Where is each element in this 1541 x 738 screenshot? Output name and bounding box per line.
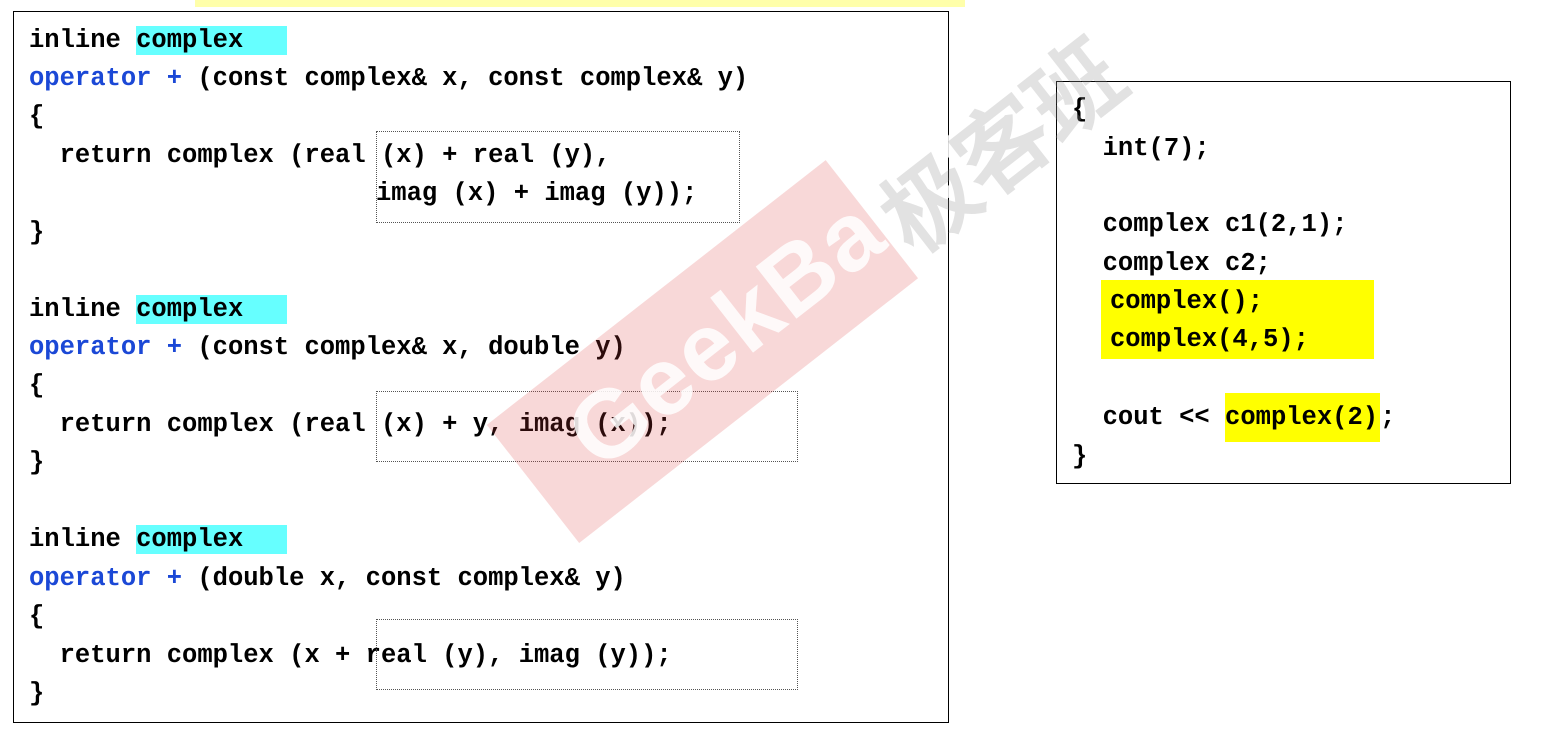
block3-line1: inline complex — [29, 521, 288, 559]
block2-line1: inline complex — [29, 291, 288, 329]
block3-close-brace: } — [29, 679, 45, 708]
inline-keyword: inline — [29, 525, 137, 554]
block1-line2: operator + (const complex& x, const comp… — [29, 60, 748, 98]
right-open-brace: { — [1072, 95, 1088, 124]
top-highlight-strip — [195, 0, 965, 7]
temp-in-cout-highlight: complex(2) — [1225, 393, 1381, 442]
inline-keyword: inline — [29, 295, 137, 324]
return-statement: return complex ( — [29, 641, 305, 670]
parameter-list: (const complex& x, const complex& y) — [182, 64, 749, 93]
operator-keyword: operator + — [29, 564, 183, 593]
cout-stream: cout << — [1072, 403, 1226, 432]
parameter-list: (const complex& x, double y) — [182, 333, 626, 362]
right-close-brace: } — [1072, 442, 1088, 471]
block3-line2: operator + (double x, const complex& y) — [29, 560, 626, 598]
return-type-highlight: complex — [136, 26, 288, 55]
return-type-highlight: complex — [136, 295, 288, 324]
operator-keyword: operator + — [29, 64, 183, 93]
operator-keyword: operator + — [29, 333, 183, 362]
return-statement: return complex ( — [29, 410, 305, 439]
int-temp-line: int(7); — [1072, 134, 1210, 163]
block1-args-dotted-frame — [376, 131, 740, 223]
operator-overloads-code-box — [13, 11, 949, 723]
block1-line1: inline complex — [29, 22, 288, 60]
temp-ctor-args-line: complex(4,5); — [1110, 325, 1309, 354]
block2-line2: operator + (const complex& x, double y) — [29, 329, 626, 367]
block1-open-brace: { — [29, 102, 45, 131]
block2-args-dotted-frame — [376, 391, 798, 462]
cout-line: cout << complex(2); — [1072, 393, 1396, 442]
parameter-list: (double x, const complex& y) — [182, 564, 626, 593]
return-type-highlight: complex — [136, 525, 288, 554]
semicolon: ; — [1380, 403, 1396, 432]
block2-close-brace: } — [29, 448, 45, 477]
return-statement: return complex ( — [29, 141, 305, 170]
inline-keyword: inline — [29, 26, 137, 55]
block3-args-dotted-frame — [376, 619, 798, 690]
temp-default-ctor-line: complex(); — [1110, 287, 1264, 316]
c1-declaration-line: complex c1(2,1); — [1072, 210, 1348, 239]
block2-open-brace: { — [29, 371, 45, 400]
block1-close-brace: } — [29, 218, 45, 247]
block3-open-brace: { — [29, 602, 45, 631]
c2-declaration-line: complex c2; — [1072, 249, 1271, 278]
